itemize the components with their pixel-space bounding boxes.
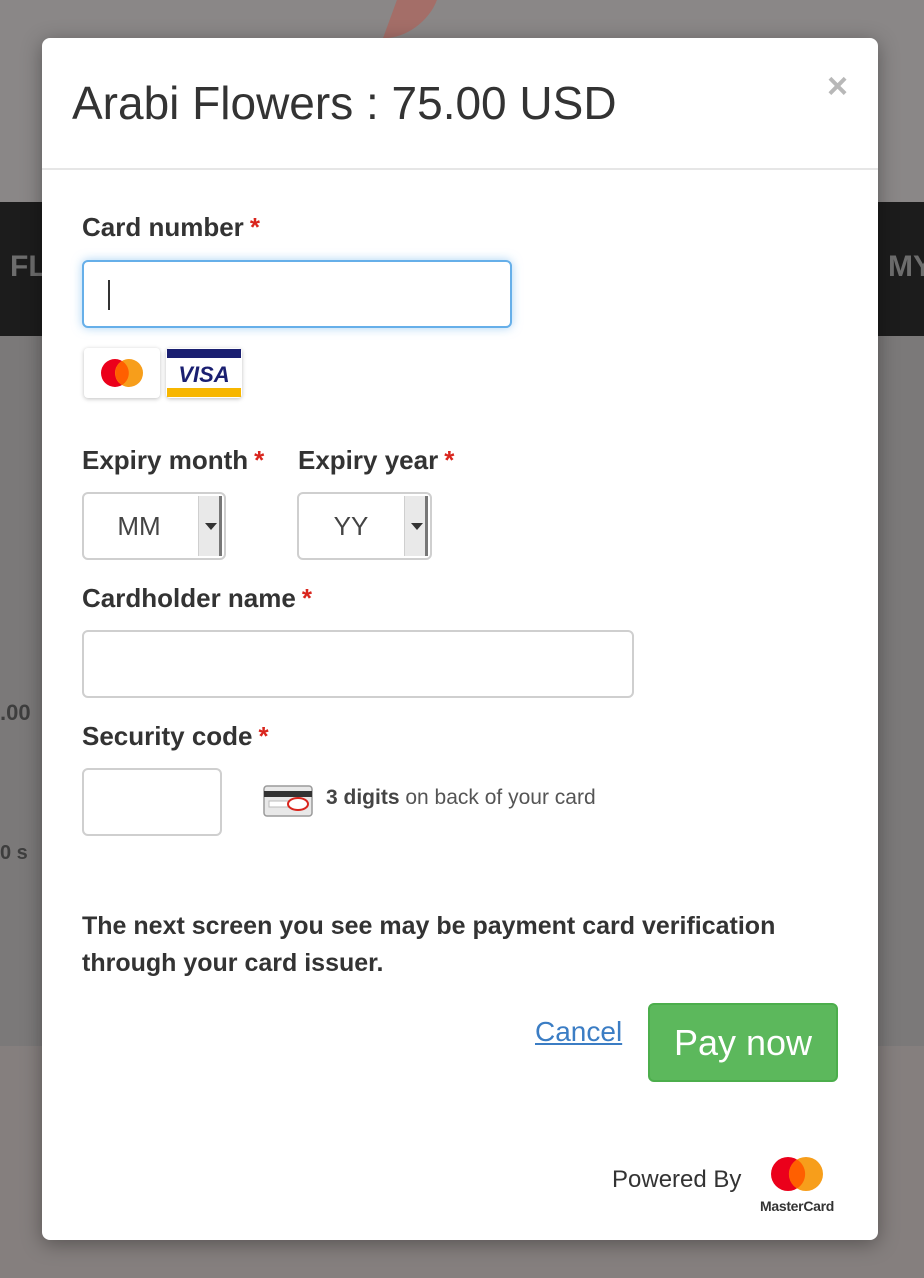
cardholder-name-input[interactable]	[82, 630, 634, 698]
card-number-input[interactable]	[82, 260, 512, 328]
card-number-label: Card number *	[82, 212, 260, 243]
security-code-hint: 3 digits on back of your card	[326, 786, 596, 810]
expiry-month-label: Expiry month *	[82, 445, 264, 476]
modal-header: Arabi Flowers : 75.00 USD ×	[42, 38, 878, 170]
expiry-month-select[interactable]: MM	[82, 492, 226, 560]
pay-now-button[interactable]: Pay now	[648, 1003, 838, 1082]
security-code-hint-bold: 3 digits	[326, 786, 400, 809]
background-text-fragment: 0 s	[0, 842, 28, 864]
card-number-label-text: Card number	[82, 212, 244, 242]
powered-by-text: Powered By	[612, 1166, 742, 1193]
background-nav-fragment-right: MY	[888, 250, 924, 283]
text-caret	[108, 280, 110, 310]
security-code-label: Security code *	[82, 721, 269, 752]
background-price-fragment: .00	[0, 700, 31, 725]
required-mark: *	[444, 445, 455, 475]
required-mark: *	[301, 583, 312, 613]
payment-modal: Arabi Flowers : 75.00 USD × Card number *…	[42, 38, 878, 1240]
security-code-label-text: Security code	[82, 721, 253, 751]
cardholder-name-label-text: Cardholder name	[82, 583, 296, 613]
chevron-down-icon[interactable]	[198, 496, 222, 556]
expiry-month-value: MM	[117, 510, 161, 541]
required-mark: *	[258, 721, 269, 751]
card-back-cvv-icon	[263, 784, 313, 818]
close-button[interactable]: ×	[827, 68, 848, 104]
visa-icon: VISA	[166, 348, 242, 398]
required-mark: *	[254, 445, 265, 475]
cancel-link[interactable]: Cancel	[535, 1016, 622, 1048]
mastercard-icon	[84, 348, 160, 398]
cardholder-name-label: Cardholder name *	[82, 583, 312, 614]
expiry-year-select[interactable]: YY	[297, 492, 432, 560]
expiry-year-label: Expiry year *	[298, 445, 454, 476]
verification-notice: The next screen you see may be payment c…	[82, 912, 776, 977]
visa-text: VISA	[178, 362, 229, 387]
security-code-hint-text: on back of your card	[399, 786, 596, 809]
security-code-input[interactable]	[82, 768, 222, 836]
modal-title: Arabi Flowers : 75.00 USD	[72, 77, 617, 129]
expiry-month-label-text: Expiry month	[82, 445, 249, 475]
expiry-year-value: YY	[333, 510, 369, 541]
expiry-year-label-text: Expiry year	[298, 445, 439, 475]
chevron-down-icon[interactable]	[404, 496, 428, 556]
mastercard-brand-text: MasterCard	[759, 1198, 835, 1214]
required-mark: *	[249, 212, 260, 242]
